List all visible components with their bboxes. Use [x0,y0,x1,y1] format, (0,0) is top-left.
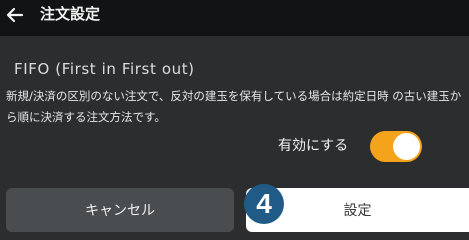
fifo-option-title: FIFO (First in First out) [14,60,195,78]
app-header: 注文設定 [0,0,469,36]
cancel-button[interactable]: キャンセル [6,188,234,232]
step-number-badge: 4 [244,184,284,224]
enable-toggle-label: 有効にする [278,138,349,154]
arrow-left-icon[interactable] [4,4,26,26]
enable-toggle[interactable] [370,131,422,162]
toggle-knob [393,133,420,160]
fifo-option-description: 新規/決済の区別のない注文で、反対の建玉を保有している場合は約定日時 の古い建玉… [6,89,462,124]
page-title: 注文設定 [40,5,101,23]
